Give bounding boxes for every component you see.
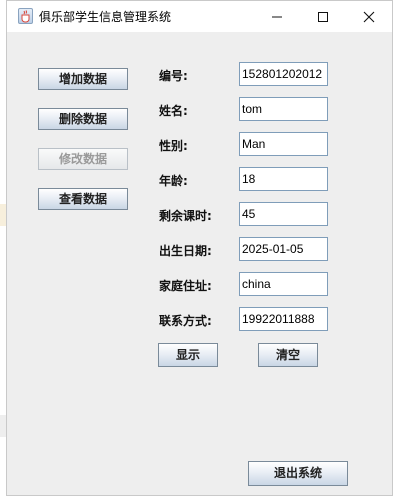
- clear-button[interactable]: 清空: [258, 343, 318, 367]
- number-label: 编号:: [159, 69, 188, 83]
- name-field[interactable]: [239, 97, 328, 121]
- address-field[interactable]: [239, 272, 328, 296]
- delete-data-button[interactable]: 删除数据: [38, 108, 128, 130]
- birth-date-field[interactable]: [239, 237, 328, 261]
- modify-data-button[interactable]: 修改数据: [38, 148, 128, 170]
- view-data-button[interactable]: 查看数据: [38, 188, 128, 210]
- window-title: 俱乐部学生信息管理系统: [39, 10, 172, 24]
- add-data-button[interactable]: 增加数据: [38, 68, 128, 90]
- number-field[interactable]: [239, 62, 328, 86]
- address-label: 家庭住址:: [159, 279, 212, 293]
- birth-date-label: 出生日期:: [159, 244, 212, 258]
- age-label: 年龄:: [159, 174, 188, 188]
- maximize-icon[interactable]: [300, 1, 346, 32]
- contact-field[interactable]: [239, 307, 328, 331]
- show-button[interactable]: 显示: [158, 343, 218, 367]
- gender-label: 性别:: [159, 139, 188, 153]
- name-label: 姓名:: [159, 104, 188, 118]
- java-cup-icon: [18, 8, 33, 24]
- close-icon[interactable]: [346, 1, 392, 32]
- minimize-icon[interactable]: [254, 1, 300, 32]
- exit-button[interactable]: 退出系统: [248, 461, 348, 486]
- age-field[interactable]: [239, 167, 328, 191]
- title-bar[interactable]: 俱乐部学生信息管理系统: [7, 1, 392, 32]
- remaining-hours-field[interactable]: [239, 202, 328, 226]
- contact-label: 联系方式:: [159, 314, 212, 328]
- gender-field[interactable]: [239, 132, 328, 156]
- remaining-hours-label: 剩余课时:: [159, 209, 212, 223]
- app-window: 俱乐部学生信息管理系统 增加数据 删除数据 修改数据 查看数据 编号: 姓名: …: [6, 0, 393, 496]
